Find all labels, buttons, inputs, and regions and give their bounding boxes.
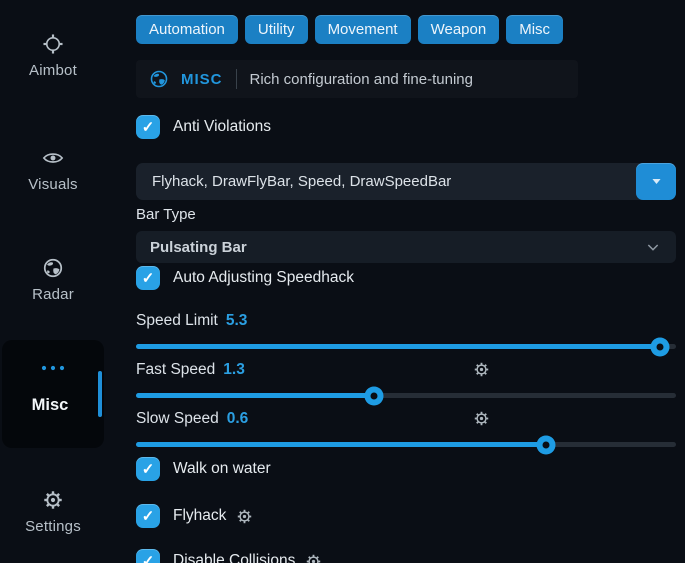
triangle-down-icon (649, 174, 664, 189)
slider-value: 0.6 (227, 410, 249, 428)
slider-label: Speed Limit (136, 312, 218, 330)
flyhack-row: Flyhack (136, 504, 253, 528)
ellipsis-icon (40, 364, 66, 372)
auto-adjusting-speedhack-checkbox[interactable] (136, 266, 160, 290)
selected-indicator-bar (98, 371, 102, 417)
multiselect-value: Flyhack, DrawFlyBar, Speed, DrawSpeedBar (136, 173, 636, 190)
sidebar-item-label: Settings (25, 518, 81, 535)
globe-icon (42, 257, 64, 279)
slow-speed-label-row: Slow Speed 0.6 (136, 409, 248, 429)
checkbox-label: Disable Collisions (173, 552, 295, 563)
sidebar-item-label: Visuals (28, 176, 77, 193)
slider-label: Slow Speed (136, 410, 219, 428)
slider-fill (136, 442, 546, 447)
section-header: MISC Rich configuration and fine-tuning (136, 60, 578, 98)
checkbox-label: Flyhack (173, 507, 226, 525)
walk-on-water-checkbox[interactable] (136, 457, 160, 481)
gear-icon[interactable] (473, 410, 490, 427)
select-value: Pulsating Bar (136, 239, 645, 256)
gear-icon[interactable] (236, 508, 253, 525)
fast-speed-label-row: Fast Speed 1.3 (136, 360, 245, 380)
checkbox-label: Anti Violations (173, 118, 271, 136)
slider-value: 5.3 (226, 312, 248, 330)
sidebar-item-label: Radar (32, 286, 74, 303)
speed-limit-label-row: Speed Limit 5.3 (136, 311, 247, 331)
slider-fill (136, 344, 660, 349)
checkbox-label: Walk on water (173, 460, 271, 478)
bar-type-select[interactable]: Pulsating Bar (136, 231, 676, 263)
gear-icon (42, 489, 64, 511)
disable-collisions-checkbox[interactable] (136, 549, 160, 563)
slider-fill (136, 393, 374, 398)
tab-utility[interactable]: Utility (245, 15, 308, 44)
eye-icon (42, 147, 64, 169)
sidebar-item-radar[interactable]: Radar (0, 257, 106, 303)
slider-value: 1.3 (223, 361, 245, 379)
cheat-menu-window: Aimbot Visuals Radar Misc Settings Autom… (0, 0, 685, 563)
gear-icon[interactable] (473, 361, 490, 378)
tab-movement[interactable]: Movement (315, 15, 411, 44)
flyhack-checkbox[interactable] (136, 504, 160, 528)
slider-handle[interactable] (537, 435, 556, 454)
sidebar-item-visuals[interactable]: Visuals (0, 147, 106, 193)
sidebar-item-aimbot[interactable]: Aimbot (0, 33, 106, 79)
sidebar-item-label: Misc (2, 396, 98, 415)
sidebar-item-label: Aimbot (29, 62, 77, 79)
slow-speed-slider[interactable] (136, 435, 676, 454)
crosshair-icon (42, 33, 64, 55)
section-title: MISC (181, 71, 223, 88)
misc-panel: Automation Utility Movement Weapon Misc … (136, 0, 685, 563)
sidebar-item-misc-selected[interactable]: Misc (2, 340, 104, 448)
slider-label: Fast Speed (136, 361, 215, 379)
globe-icon (149, 69, 169, 89)
multiselect-dropdown-button[interactable] (636, 163, 676, 200)
bar-flags-multiselect[interactable]: Flyhack, DrawFlyBar, Speed, DrawSpeedBar (136, 163, 676, 200)
sidebar-item-settings[interactable]: Settings (0, 489, 106, 535)
checkbox-label: Auto Adjusting Speedhack (173, 269, 354, 287)
walk-on-water-row: Walk on water (136, 457, 271, 481)
disable-collisions-row: Disable Collisions (136, 549, 322, 563)
speed-limit-slider[interactable] (136, 337, 676, 356)
auto-adjusting-speedhack-row: Auto Adjusting Speedhack (136, 266, 354, 290)
section-subtitle: Rich configuration and fine-tuning (250, 71, 473, 88)
chevron-down-icon (645, 239, 661, 255)
fast-speed-slider[interactable] (136, 386, 676, 405)
slider-handle[interactable] (364, 386, 383, 405)
gear-icon[interactable] (305, 553, 322, 563)
slider-handle[interactable] (650, 337, 669, 356)
tab-misc[interactable]: Misc (506, 15, 563, 44)
category-tabs: Automation Utility Movement Weapon Misc (136, 15, 563, 44)
tab-weapon[interactable]: Weapon (418, 15, 500, 44)
anti-violations-checkbox[interactable] (136, 115, 160, 139)
bar-type-label: Bar Type (136, 206, 196, 223)
anti-violations-row: Anti Violations (136, 115, 271, 139)
tab-automation[interactable]: Automation (136, 15, 238, 44)
divider (236, 69, 237, 89)
sidebar: Aimbot Visuals Radar Misc Settings (0, 0, 136, 563)
